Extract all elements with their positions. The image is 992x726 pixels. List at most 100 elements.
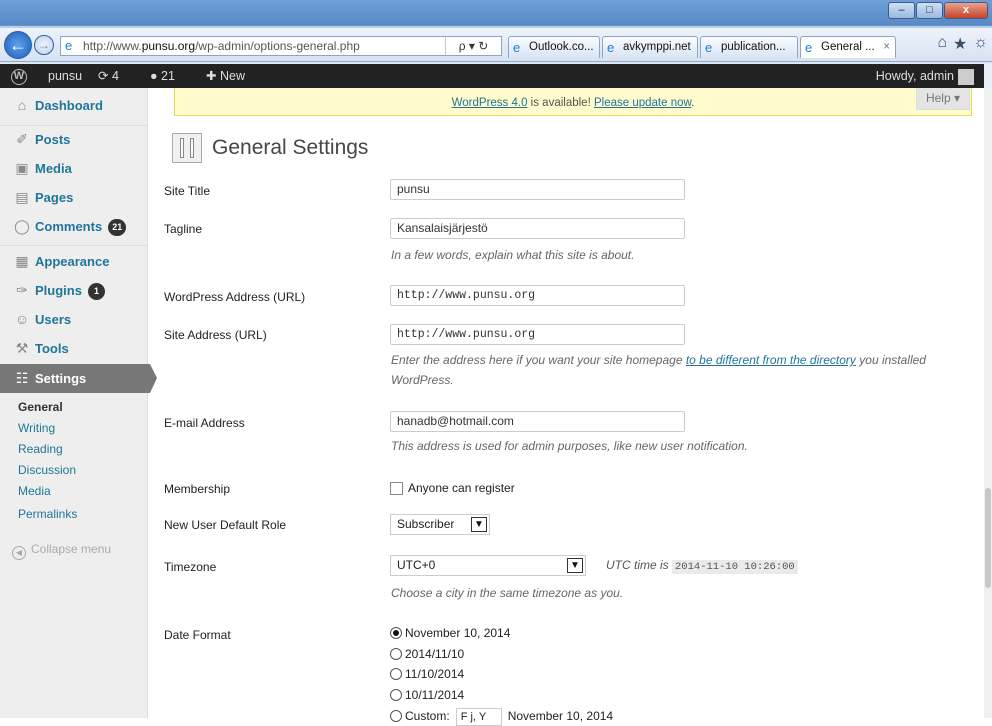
sidebar-item-settings[interactable]: ☷ Settings: [0, 364, 157, 393]
url-domain: punsu.org: [141, 39, 196, 53]
site-address-label: Site Address (URL): [164, 328, 267, 342]
search-refresh-controls[interactable]: ρ ▾ ↻: [445, 37, 501, 55]
site-title-label: Site Title: [164, 184, 211, 198]
comments-link[interactable]: ● 21: [150, 64, 175, 88]
anyone-can-register-label: Anyone can register: [408, 481, 515, 495]
site-title-input[interactable]: punsu: [390, 179, 685, 200]
favorites-star-icon[interactable]: ★: [953, 34, 967, 54]
sidebar-item-users[interactable]: ☺ Users: [0, 305, 148, 334]
divider: [0, 245, 148, 246]
tab-outlook[interactable]: e Outlook.co...: [508, 36, 600, 58]
timezone-select[interactable]: UTC+0 ▼: [390, 555, 586, 576]
navigation-bar: ← → e http://www.punsu.org/wp-admin/opti…: [0, 28, 992, 62]
new-content-link[interactable]: ✚ New: [206, 64, 245, 88]
collapse-arrow-icon: ◀: [12, 546, 26, 560]
pages-icon: ▤: [15, 189, 29, 205]
radio-icon: [390, 668, 402, 680]
timezone-value: UTC+0: [397, 558, 436, 572]
membership-label: Membership: [164, 482, 231, 496]
sidebar-item-label: Users: [35, 312, 72, 327]
site-address-description: Enter the address here if you want your …: [391, 350, 951, 390]
page-scrollbar[interactable]: [984, 88, 992, 718]
utc-time-display: UTC time is 2014-11-10 10:26:00: [606, 555, 798, 578]
date-format-label: Date Format: [164, 628, 231, 642]
submenu-writing[interactable]: Writing: [18, 418, 55, 439]
comment-bubble-icon: ●: [150, 69, 158, 83]
date-format-option[interactable]: November 10, 2014: [390, 623, 510, 643]
ie-tab-icon: e: [705, 40, 713, 55]
page-title: General Settings: [212, 136, 369, 159]
sidebar-item-label: Pages: [35, 190, 74, 205]
sidebar-item-dashboard[interactable]: ⌂ Dashboard: [0, 91, 148, 120]
submenu-permalinks[interactable]: Permalinks: [18, 504, 77, 525]
tab-label: Outlook.co...: [529, 41, 594, 53]
tagline-input[interactable]: Kansalaisjärjestö: [390, 218, 685, 239]
sidebar-item-label: Media: [35, 161, 72, 176]
wordpress-version-link[interactable]: WordPress 4.0: [452, 97, 528, 109]
tab-avkymppi[interactable]: e avkymppi.net: [602, 36, 698, 58]
radio-icon: [390, 648, 402, 660]
sidebar-item-label: Plugins: [35, 283, 82, 298]
email-input[interactable]: hanadb@hotmail.com: [390, 411, 685, 432]
tab-close-icon[interactable]: ×: [883, 37, 890, 57]
default-role-select[interactable]: Subscriber ▼: [390, 514, 490, 535]
dashboard-icon: ⌂: [17, 97, 27, 113]
page-heading: General Settings: [172, 131, 368, 165]
sidebar-item-posts[interactable]: ✐ Posts: [0, 125, 148, 154]
update-notice: WordPress 4.0 is available! Please updat…: [174, 88, 972, 116]
tab-publication[interactable]: e publication...: [700, 36, 798, 58]
collapse-menu-button[interactable]: ◀ Collapse menu: [12, 539, 111, 560]
submenu-general[interactable]: General: [18, 397, 63, 418]
date-format-custom-option[interactable]: Custom: F j, Y November 10, 2014: [390, 706, 613, 726]
sidebar-item-media[interactable]: ▣ Media: [0, 154, 148, 183]
address-bar[interactable]: e http://www.punsu.org/wp-admin/options-…: [60, 36, 502, 56]
home-icon[interactable]: ⌂: [937, 34, 947, 54]
close-window-button[interactable]: x: [944, 2, 988, 19]
sidebar-item-plugins[interactable]: ✑ Plugins 1: [0, 276, 148, 305]
forward-button[interactable]: →: [34, 35, 54, 55]
sidebar-item-comments[interactable]: ◯ Comments 21: [0, 212, 148, 241]
update-now-link[interactable]: Please update now: [594, 97, 691, 109]
sidebar-item-label: Dashboard: [35, 98, 103, 113]
site-address-input[interactable]: http://www.punsu.org: [390, 324, 685, 345]
maximize-button[interactable]: □: [916, 2, 943, 19]
tagline-label: Tagline: [164, 222, 203, 236]
chevron-down-icon: ▼: [567, 558, 583, 573]
ie-page-icon: e: [65, 38, 73, 53]
wordpress-address-input[interactable]: http://www.punsu.org: [390, 285, 685, 306]
minimize-button[interactable]: –: [888, 2, 915, 19]
sidebar-item-appearance[interactable]: ▦ Appearance: [0, 247, 148, 276]
anyone-can-register-checkbox[interactable]: [390, 482, 403, 495]
sidebar-item-tools[interactable]: ⚒ Tools: [0, 334, 148, 363]
different-directory-link[interactable]: to be different from the directory: [686, 353, 856, 367]
custom-format-input[interactable]: F j, Y: [455, 707, 502, 726]
url-path: /wp-admin/options-general.php: [195, 39, 360, 53]
date-format-text: 11/10/2014: [405, 667, 465, 681]
gear-icon[interactable]: ☼: [973, 34, 988, 54]
plugins-count-badge: 1: [87, 283, 105, 300]
sidebar-item-pages[interactable]: ▤ Pages: [0, 183, 148, 212]
updates-link[interactable]: ⟳ 4: [98, 64, 119, 88]
site-name-link[interactable]: punsu: [48, 64, 82, 88]
help-tab-button[interactable]: Help ▾: [915, 88, 970, 110]
wordpress-logo-icon[interactable]: W: [6, 64, 32, 88]
submenu-reading[interactable]: Reading: [18, 439, 63, 460]
ie-tab-icon: e: [805, 40, 813, 55]
submenu-media[interactable]: Media: [18, 481, 51, 502]
url-prefix: http://www.: [83, 39, 142, 53]
admin-sidebar: ⌂ Dashboard ✐ Posts ▣ Media ▤ Pages ◯ Comment…: [0, 88, 157, 718]
date-format-option[interactable]: 11/10/2014: [390, 664, 464, 684]
email-description: This address is used for admin purposes,…: [391, 439, 748, 453]
email-label: E-mail Address: [164, 416, 245, 430]
howdy-account-menu[interactable]: Howdy, admin: [876, 64, 974, 88]
wp-admin-bar: W punsu ⟳ 4 ● 21 ✚ New Howdy, admin: [0, 64, 992, 88]
scrollbar-thumb[interactable]: [985, 488, 991, 588]
tab-general[interactable]: e General ... ×: [800, 36, 896, 58]
date-format-option[interactable]: 2014/11/10: [390, 644, 464, 664]
back-button[interactable]: ←: [4, 31, 32, 59]
tagline-description: In a few words, explain what this site i…: [391, 248, 635, 262]
sidebar-item-label: Posts: [35, 132, 71, 147]
date-format-option[interactable]: 10/11/2014: [390, 685, 464, 705]
submenu-discussion[interactable]: Discussion: [18, 460, 76, 481]
desc-text: Enter the address here if you want your …: [391, 353, 686, 367]
